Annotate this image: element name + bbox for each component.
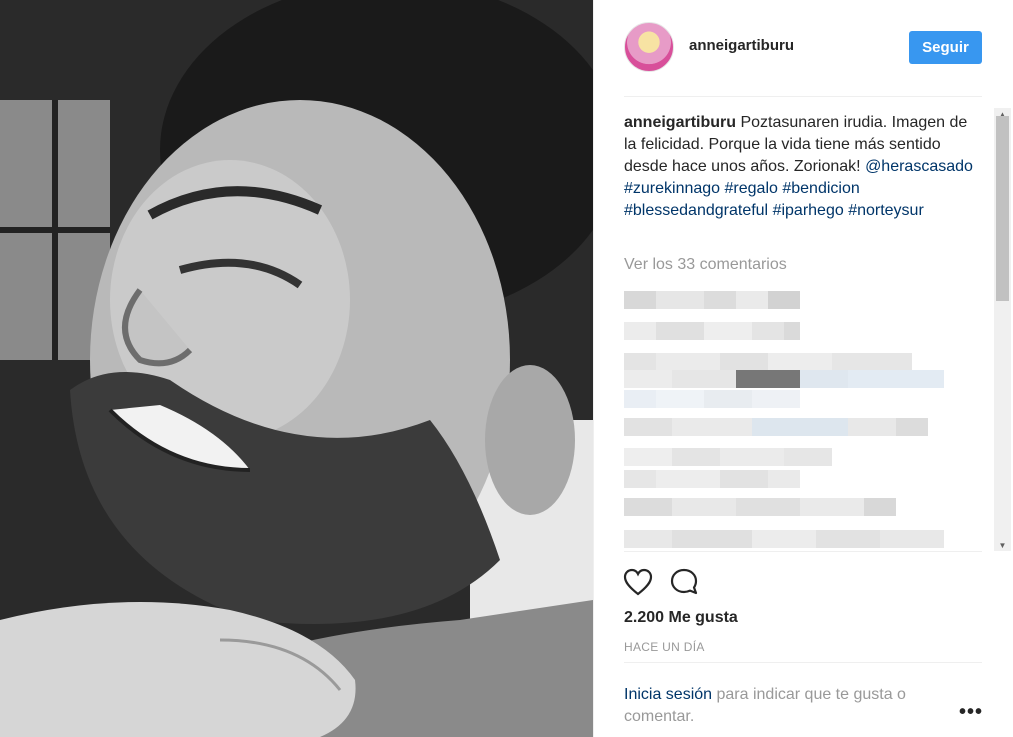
post-details-panel: anneigartiburu Seguir anneigartiburu Poz… xyxy=(593,0,1013,737)
header-username[interactable]: anneigartiburu xyxy=(689,37,794,54)
caption-username[interactable]: anneigartiburu xyxy=(624,114,736,131)
post-timestamp: HACE UN DÍA xyxy=(624,640,705,654)
blurred-comment xyxy=(624,390,800,408)
hashtag-link[interactable]: #blessedandgrateful xyxy=(624,202,768,219)
blurred-comment xyxy=(624,291,800,309)
post-actions xyxy=(622,566,700,598)
blurred-comment xyxy=(624,322,800,340)
caption: anneigartiburu Poztasunaren irudia. Imag… xyxy=(624,112,974,222)
comments-divider xyxy=(624,551,982,552)
scroll-down-arrow-icon[interactable]: ▼ xyxy=(994,539,1011,551)
heart-icon xyxy=(623,568,653,596)
more-options-button[interactable]: ••• xyxy=(959,700,983,724)
blurred-comment xyxy=(624,448,832,466)
follow-button[interactable]: Seguir xyxy=(909,31,982,64)
scroll-thumb[interactable] xyxy=(996,116,1009,301)
blurred-comment xyxy=(624,370,944,388)
hashtag-link[interactable]: #regalo xyxy=(725,180,778,197)
login-prompt: Inicia sesión para indicar que te gusta … xyxy=(624,684,944,728)
hashtag-link[interactable]: #bendicion xyxy=(782,180,859,197)
post-photo[interactable] xyxy=(0,0,593,737)
likes-count[interactable]: 2.200 Me gusta xyxy=(624,609,738,627)
blurred-comment xyxy=(624,498,896,516)
blurred-comment xyxy=(624,530,944,548)
hashtag-link[interactable]: #norteysur xyxy=(848,202,924,219)
comments-scrollbar[interactable]: ▲ ▼ xyxy=(994,108,1011,551)
blurred-comment xyxy=(624,353,912,371)
like-button[interactable] xyxy=(622,566,654,598)
mention-link[interactable]: @herascasado xyxy=(865,158,973,175)
view-all-comments-link[interactable]: Ver los 33 comentarios xyxy=(624,256,787,274)
comment-icon xyxy=(670,568,698,595)
footer-divider xyxy=(624,662,982,663)
blurred-comment xyxy=(624,470,800,488)
header-divider xyxy=(624,96,982,97)
avatar[interactable] xyxy=(624,22,674,72)
photo-illustration xyxy=(0,0,593,737)
comment-button[interactable] xyxy=(668,566,700,598)
blurred-comment xyxy=(624,418,928,436)
post-header: anneigartiburu Seguir xyxy=(594,0,1013,96)
login-link[interactable]: Inicia sesión xyxy=(624,686,712,703)
hashtag-link[interactable]: #zurekinnago xyxy=(624,180,720,197)
comments-section: anneigartiburu Poztasunaren irudia. Imag… xyxy=(594,108,1013,551)
hashtag-link[interactable]: #iparhego xyxy=(773,202,844,219)
